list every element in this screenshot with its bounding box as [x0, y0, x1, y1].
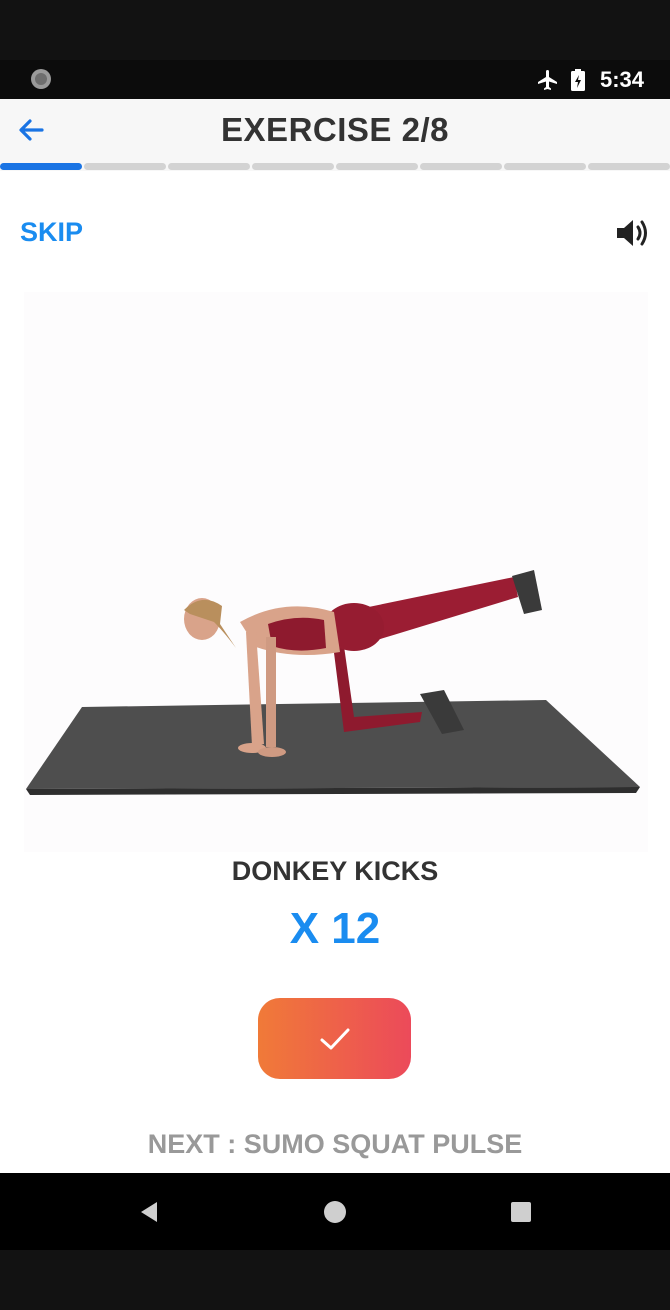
repetition-count: X 12 — [289, 904, 381, 953]
back-triangle-icon[interactable] — [137, 1199, 163, 1225]
recents-square-icon[interactable] — [508, 1199, 534, 1225]
status-time: 5:34 — [599, 67, 644, 92]
progress-segment — [0, 163, 82, 170]
exercise-illustration — [24, 292, 648, 852]
page-title: EXERCISE 2/8 — [221, 111, 449, 148]
exercise-screen: EXERCISE 2/8 SKIP DONKEY KICKS X 12 NEXT… — [0, 99, 670, 1173]
woman-doing-donkey-kicks-icon — [26, 570, 640, 795]
progress-segment — [420, 163, 502, 170]
battery-icon — [570, 69, 585, 91]
bottom-margin — [0, 1250, 670, 1310]
volume-icon[interactable] — [614, 217, 650, 249]
progress-segment — [168, 163, 250, 170]
progress-segment — [504, 163, 586, 170]
loading-circle-icon — [31, 69, 51, 89]
status-right: 5:34 — [536, 67, 644, 93]
top-margin — [0, 0, 670, 60]
app-header: EXERCISE 2/8 — [0, 99, 670, 163]
status-bar: 5:34 — [0, 60, 670, 99]
checkmark-icon — [320, 1028, 349, 1049]
exercise-name: DONKEY KICKS — [231, 856, 439, 886]
exercise-progress-bar — [0, 163, 670, 171]
next-exercise-label: NEXT : SUMO SQUAT PULSE — [147, 1129, 523, 1159]
progress-segment — [588, 163, 670, 170]
progress-segment — [252, 163, 334, 170]
airplane-mode-icon — [537, 70, 557, 90]
done-button[interactable] — [258, 998, 411, 1079]
skip-button[interactable]: SKIP — [20, 217, 83, 248]
system-nav-bar — [0, 1173, 670, 1250]
home-circle-icon[interactable] — [322, 1199, 348, 1225]
progress-segment — [336, 163, 418, 170]
progress-segment — [84, 163, 166, 170]
